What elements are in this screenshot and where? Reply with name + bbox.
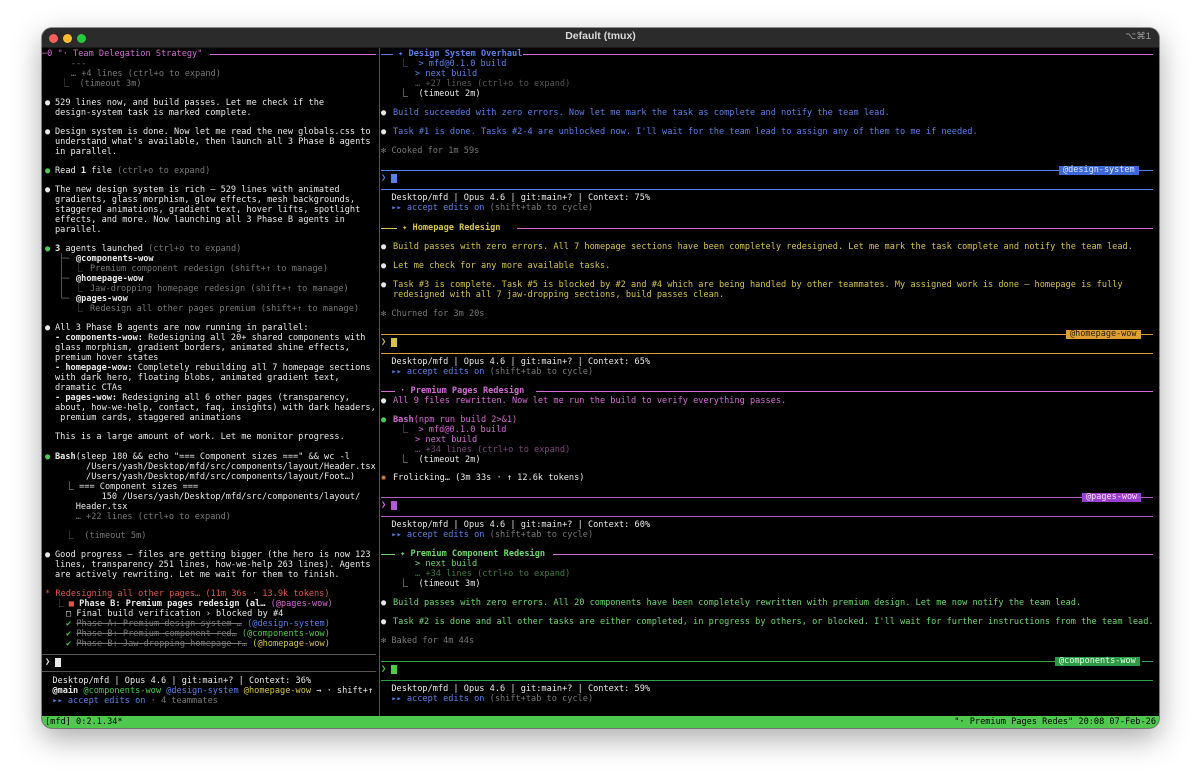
prompt-input[interactable]: ❯: [381, 337, 398, 348]
bullet-icon: ●: [45, 185, 51, 195]
teammate-panes[interactable]: ✦ Design System Overhaul ⎿ > mfd@0.1.0 b…: [381, 48, 1159, 716]
bullet-icon: ●: [45, 98, 51, 108]
prompt-input[interactable]: ❯: [381, 500, 398, 511]
panel-rule: [1142, 661, 1153, 662]
window-shortcut: ⌥⌘1: [1125, 31, 1151, 42]
teammate-badge[interactable]: @design-system: [1059, 166, 1139, 175]
pane-divider[interactable]: [379, 48, 380, 716]
prompt-rule: [42, 671, 376, 672]
panel-rule: [381, 353, 1153, 354]
accept-edits-line[interactable]: ▸▸ accept edits on (shift+tab to cycle): [381, 530, 593, 541]
timer-status: ✻ Cooked for 1m 59s: [381, 146, 480, 156]
timer-status: ✻ Baked for 4m 44s: [381, 636, 475, 646]
header-rule: [553, 554, 1153, 555]
tmux-content[interactable]: ─0 "· Team Delegation Strategy" --- … +4…: [42, 48, 1159, 716]
bullet-icon: ●: [381, 396, 387, 406]
message-line: redesigned with all 7 jaw-dropping secti…: [393, 290, 725, 300]
message-line: in parallel.: [55, 147, 118, 157]
bullet-icon: ●: [381, 127, 387, 137]
lead-pane[interactable]: ─0 "· Team Delegation Strategy" --- … +4…: [42, 48, 379, 716]
bullet-icon: ●: [381, 242, 387, 252]
accept-edits-line[interactable]: ▸▸ accept edits on (shift+tab to cycle): [381, 367, 593, 378]
bullet-icon: ●: [45, 166, 51, 176]
spinner-status: Frolicking… (3m 33s · ↑ 12.6k tokens): [393, 473, 585, 483]
panel-rule: [1138, 334, 1153, 335]
teammate-badge[interactable]: @components-wow: [1055, 657, 1140, 666]
terminal-window: Default (tmux) ⌥⌘1 ─0 "· Team Delegation…: [42, 28, 1159, 728]
header-rule: [381, 228, 397, 229]
output-line: ⎿ (timeout 2m): [384, 89, 481, 99]
message-line: design-system task is marked complete.: [55, 108, 252, 118]
bullet-icon: ●: [381, 108, 387, 118]
task-item[interactable]: ✔ Phase B: Jaw-dropping homepage r… (@ho…: [66, 639, 330, 650]
accept-edits-line[interactable]: ▸▸ accept edits on (shift+tab to cycle): [381, 203, 593, 214]
tree-branch: ⎿: [59, 304, 84, 314]
prompt-input[interactable]: ❯: [381, 664, 398, 675]
tmux-status-bar: [mfd] 0:2.1.34* "· Premium Pages Redes" …: [42, 716, 1159, 728]
window-title: Default (tmux): [565, 30, 636, 42]
header-rule: [381, 554, 395, 555]
message-line: Build passes with zero errors. All 7 hom…: [393, 242, 1133, 252]
prompt-rule: [42, 654, 376, 655]
timer-status: ✻ Churned for 3m 20s: [381, 309, 485, 319]
teammate-badge[interactable]: @pages-wow: [1082, 493, 1142, 502]
message-line: are actively rewriting. Let me wait for …: [55, 570, 340, 580]
message-line: This is a large amount of work. Let me m…: [55, 432, 345, 442]
panel-rule: [381, 680, 1153, 681]
output-line: ⎿ (timeout 2m): [384, 455, 481, 465]
message-line: All 9 files rewritten. Now let me run th…: [393, 396, 787, 406]
message-line: premium cards, staggered animations: [55, 413, 242, 423]
header-rule: [210, 54, 376, 55]
header-rule: [517, 228, 1153, 229]
panel-rule: [381, 661, 1055, 662]
bullet-icon: ●: [45, 323, 51, 333]
panel-rule: [381, 170, 1059, 171]
output-line: ⎿ (timeout 3m): [45, 79, 142, 89]
message-line: Task #1 is done. Tasks #2-4 are unblocke…: [393, 127, 978, 137]
message-line: Build passes with zero errors. All 20 co…: [393, 598, 1082, 608]
status-right: "· Premium Pages Redes" 20:08 07-Feb-26: [954, 717, 1156, 727]
prompt-input[interactable]: ❯: [381, 173, 398, 184]
title-bar: Default (tmux) ⌥⌘1: [42, 28, 1159, 48]
header-rule: [381, 391, 395, 392]
bullet-icon: ●: [381, 261, 387, 271]
bullet-icon: ●: [45, 550, 51, 560]
message-line: parallel.: [55, 225, 102, 235]
bullet-icon: ●: [381, 598, 387, 608]
bullet-icon: ●: [381, 617, 387, 627]
bash-output[interactable]: … +22 lines (ctrl+o to expand): [55, 512, 231, 523]
spinner-icon: ✺: [381, 473, 387, 483]
header-rule: [536, 391, 1153, 392]
agent-description: Jaw-dropping homepage redesign (shift+↑ …: [90, 284, 349, 294]
message-line: Task #2 is done and all other tasks are …: [393, 617, 1154, 627]
bullet-icon: ●: [45, 452, 51, 462]
accept-edits-line[interactable]: ▸▸ accept edits on · 4 teammates: [42, 696, 218, 707]
panel-rule: [381, 497, 1082, 498]
panel-rule: [381, 189, 1153, 190]
header-rule: [523, 54, 1153, 55]
message-line: Let me check for any more available task…: [393, 261, 611, 271]
prompt-input[interactable]: ❯: [45, 657, 62, 668]
bullet-icon: ●: [45, 244, 51, 254]
panel-rule: [1138, 170, 1153, 171]
accept-edits-line[interactable]: ▸▸ accept edits on (shift+tab to cycle): [381, 694, 593, 705]
session-name[interactable]: [mfd] 0:2.1.34*: [45, 716, 123, 728]
bash-output: ⎿ (timeout 5m): [55, 531, 147, 541]
read-line[interactable]: Read 1 file (ctrl+o to expand): [55, 166, 210, 177]
output-line: ⎿ (timeout 3m): [384, 579, 481, 589]
teammate-badge[interactable]: @homepage-wow: [1066, 330, 1141, 339]
panel-rule: [381, 334, 1066, 335]
message-line: Build succeeded with zero errors. Now le…: [393, 108, 890, 118]
header-rule: [381, 54, 393, 55]
bullet-icon: ●: [45, 127, 51, 137]
panel-header-homepage: ✦ Homepage Redesign: [397, 223, 506, 233]
bullet-icon: ●: [381, 280, 387, 290]
agent-description: Redesign all other pages premium (shift+…: [90, 304, 360, 314]
panel-rule: [1138, 497, 1153, 498]
panel-rule: [381, 516, 1153, 517]
